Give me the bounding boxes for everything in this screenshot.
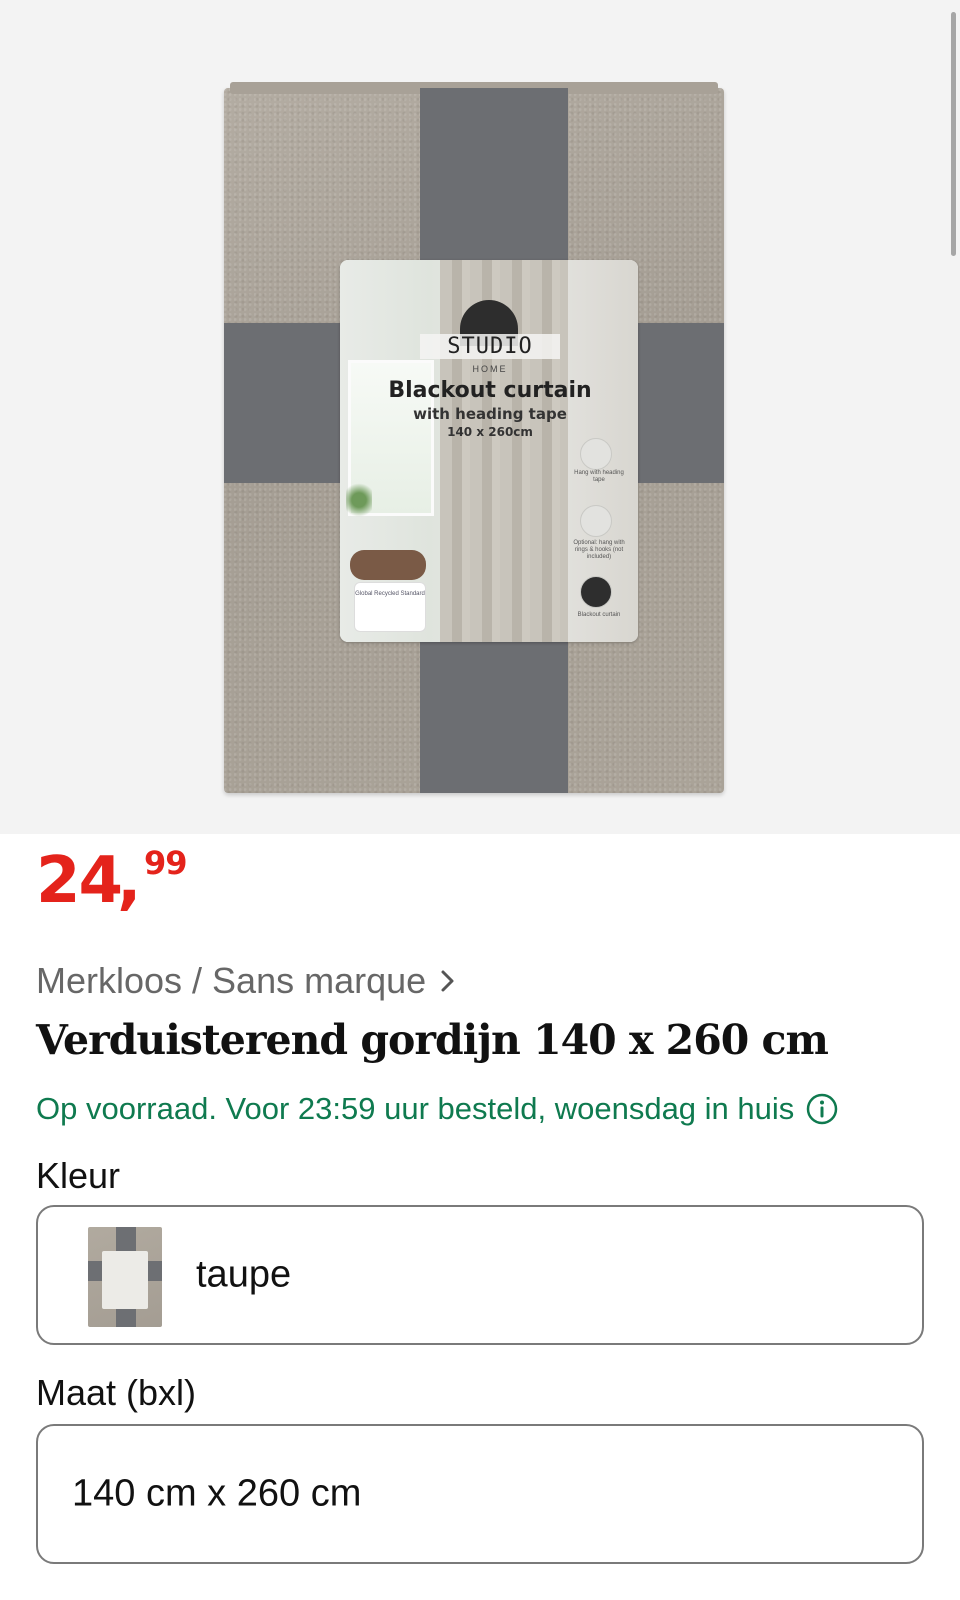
label-brand-sub: HOME: [472, 364, 508, 374]
label-brand: STUDIO: [420, 334, 560, 359]
size-select[interactable]: 140 cm x 260 cm: [36, 1424, 924, 1564]
price-decimals: 99: [144, 844, 188, 882]
size-label: Maat (bxl): [36, 1372, 197, 1413]
plant-image: [346, 480, 372, 520]
stock-status: Op voorraad. Voor 23:59 uur besteld, woe…: [36, 1088, 838, 1130]
size-value: 140 cm x 260 cm: [72, 1472, 362, 1515]
price-comma: ,: [117, 844, 142, 918]
rings-hooks-icon: [580, 505, 612, 537]
info-icon[interactable]: [806, 1093, 838, 1125]
label-subtitle: with heading tape: [413, 405, 567, 423]
color-label: Kleur: [36, 1155, 121, 1196]
chevron-right-icon: [441, 970, 454, 992]
brand-link[interactable]: Merkloos / Sans marque: [36, 958, 460, 1004]
label-note: Optional: hang with rings & hooks (not i…: [573, 540, 625, 560]
color-select[interactable]: taupe: [36, 1205, 924, 1345]
product-image[interactable]: STUDIO HOME Blackout curtain with headin…: [224, 82, 724, 793]
brand-label: Merkloos / Sans marque: [36, 960, 427, 1001]
label-size: 140 x 260cm: [447, 425, 533, 439]
price: 24, 99: [36, 844, 188, 918]
package-label: STUDIO HOME Blackout curtain with headin…: [340, 260, 638, 642]
sofa-image: [350, 550, 426, 580]
color-swatch-thumbnail: [88, 1227, 162, 1327]
scrollbar[interactable]: [951, 12, 956, 256]
color-value: taupe: [196, 1253, 292, 1296]
label-note: Hang with heading tape: [574, 470, 624, 483]
heading-tape-icon: [580, 438, 612, 470]
stock-text: Op voorraad. Voor 23:59 uur besteld, woe…: [36, 1091, 795, 1126]
label-title: Blackout curtain: [388, 378, 592, 403]
product-title: Verduisterend gordijn 140 x 260 cm: [36, 1016, 829, 1064]
product-image-area[interactable]: STUDIO HOME Blackout curtain with headin…: [0, 0, 960, 834]
blackout-icon: [580, 576, 612, 608]
label-note: Blackout curtain: [577, 612, 621, 618]
price-integer: 24: [36, 844, 123, 918]
recycled-badge: Global Recycled Standard: [354, 582, 426, 632]
